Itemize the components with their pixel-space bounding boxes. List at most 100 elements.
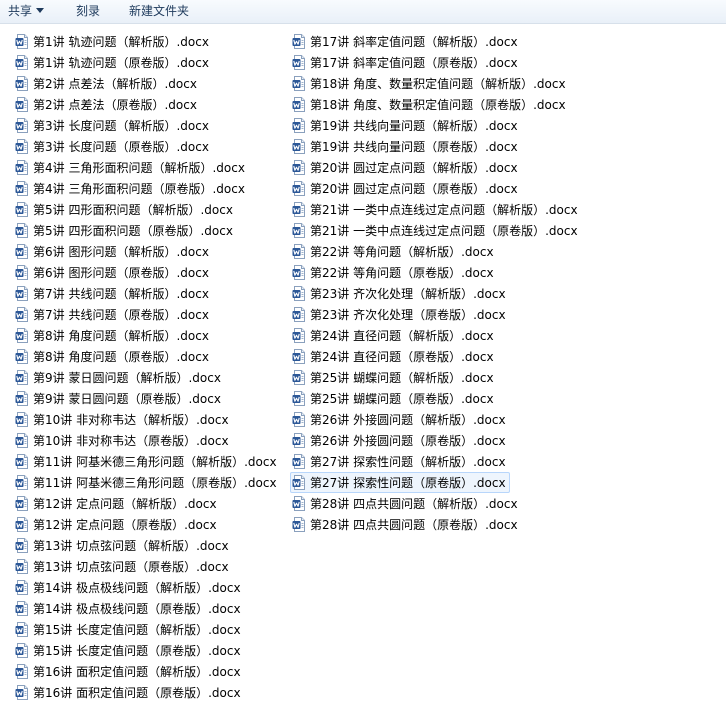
word-document-icon — [292, 517, 306, 532]
file-item[interactable]: 第9讲 蒙日圆问题（解析版）.docx — [13, 367, 285, 388]
file-item[interactable]: 第16讲 面积定值问题（原卷版）.docx — [13, 682, 285, 703]
file-item[interactable]: 第27讲 探索性问题（原卷版）.docx — [290, 472, 510, 493]
share-menu-button[interactable]: 共享 — [8, 0, 45, 23]
file-name-label: 第2讲 点差法（原卷版）.docx — [33, 98, 197, 112]
file-item[interactable]: 第21讲 一类中点连线过定点问题（解析版）.docx — [290, 199, 590, 220]
file-item[interactable]: 第6讲 图形问题（解析版）.docx — [13, 241, 285, 262]
file-item[interactable]: 第15讲 长度定值问题（原卷版）.docx — [13, 640, 285, 661]
word-document-icon — [15, 139, 29, 154]
file-item[interactable]: 第12讲 定点问题（解析版）.docx — [13, 493, 285, 514]
file-item[interactable]: 第25讲 蝴蝶问题（原卷版）.docx — [290, 388, 590, 409]
file-item[interactable]: 第8讲 角度问题（原卷版）.docx — [13, 346, 285, 367]
file-item[interactable]: 第7讲 共线问题（解析版）.docx — [13, 283, 285, 304]
file-name-label: 第26讲 外接圆问题（原卷版）.docx — [310, 434, 506, 448]
file-name-label: 第16讲 面积定值问题（原卷版）.docx — [33, 686, 241, 700]
file-item[interactable]: 第1讲 轨迹问题（解析版）.docx — [13, 31, 285, 52]
file-name-label: 第13讲 切点弦问题（原卷版）.docx — [33, 560, 229, 574]
file-item[interactable]: 第22讲 等角问题（解析版）.docx — [290, 241, 590, 262]
file-item[interactable]: 第17讲 斜率定值问题（原卷版）.docx — [290, 52, 590, 73]
file-item[interactable]: 第20讲 圆过定点问题（解析版）.docx — [290, 157, 590, 178]
file-name-label: 第18讲 角度、数量积定值问题（解析版）.docx — [310, 77, 566, 91]
word-document-icon — [15, 664, 29, 679]
file-item[interactable]: 第7讲 共线问题（原卷版）.docx — [13, 304, 285, 325]
file-item[interactable]: 第4讲 三角形面积问题（解析版）.docx — [13, 157, 285, 178]
file-item[interactable]: 第26讲 外接圆问题（解析版）.docx — [290, 409, 590, 430]
word-document-icon — [292, 55, 306, 70]
word-document-icon — [15, 181, 29, 196]
file-name-label: 第23讲 齐次化处理（解析版）.docx — [310, 287, 506, 301]
file-item[interactable]: 第17讲 斜率定值问题（解析版）.docx — [290, 31, 590, 52]
file-item[interactable]: 第9讲 蒙日圆问题（原卷版）.docx — [13, 388, 285, 409]
file-item[interactable]: 第2讲 点差法（解析版）.docx — [13, 73, 285, 94]
file-list-view: 第1讲 轨迹问题（解析版）.docx 第1讲 轨迹问题（原卷版）.docx 第2讲 … — [0, 24, 726, 706]
file-item[interactable]: 第4讲 三角形面积问题（原卷版）.docx — [13, 178, 285, 199]
file-item[interactable]: 第14讲 极点极线问题（原卷版）.docx — [13, 598, 285, 619]
file-item[interactable]: 第3讲 长度问题（原卷版）.docx — [13, 136, 285, 157]
word-document-icon — [15, 580, 29, 595]
file-item[interactable]: 第15讲 长度定值问题（解析版）.docx — [13, 619, 285, 640]
new-folder-button[interactable]: 新建文件夹 — [129, 0, 189, 23]
word-document-icon — [292, 118, 306, 133]
file-name-label: 第19讲 共线向量问题（原卷版）.docx — [310, 140, 518, 154]
word-document-icon — [15, 34, 29, 49]
file-name-label: 第4讲 三角形面积问题（原卷版）.docx — [33, 182, 245, 196]
file-item[interactable]: 第5讲 四形面积问题（原卷版）.docx — [13, 220, 285, 241]
file-item[interactable]: 第12讲 定点问题（原卷版）.docx — [13, 514, 285, 535]
word-document-icon — [15, 433, 29, 448]
file-item[interactable]: 第10讲 非对称韦达（原卷版）.docx — [13, 430, 285, 451]
file-name-label: 第24讲 直径问题（原卷版）.docx — [310, 350, 494, 364]
file-item[interactable]: 第25讲 蝴蝶问题（解析版）.docx — [290, 367, 590, 388]
file-name-label: 第3讲 长度问题（解析版）.docx — [33, 119, 209, 133]
file-item[interactable]: 第18讲 角度、数量积定值问题（解析版）.docx — [290, 73, 590, 94]
word-document-icon — [15, 685, 29, 700]
file-item[interactable]: 第13讲 切点弦问题（解析版）.docx — [13, 535, 285, 556]
file-name-label: 第12讲 定点问题（原卷版）.docx — [33, 518, 217, 532]
file-item[interactable]: 第23讲 齐次化处理（原卷版）.docx — [290, 304, 590, 325]
file-item[interactable]: 第27讲 探索性问题（解析版）.docx — [290, 451, 590, 472]
file-item[interactable]: 第24讲 直径问题（解析版）.docx — [290, 325, 590, 346]
file-item[interactable]: 第23讲 齐次化处理（解析版）.docx — [290, 283, 590, 304]
file-name-label: 第27讲 探索性问题（原卷版）.docx — [310, 476, 506, 490]
file-item[interactable]: 第8讲 角度问题（解析版）.docx — [13, 325, 285, 346]
file-item[interactable]: 第10讲 非对称韦达（解析版）.docx — [13, 409, 285, 430]
burn-button[interactable]: 刻录 — [76, 0, 100, 23]
file-name-label: 第14讲 极点极线问题（原卷版）.docx — [33, 602, 241, 616]
share-label: 共享 — [8, 4, 33, 18]
word-document-icon — [15, 265, 29, 280]
file-item[interactable]: 第16讲 面积定值问题（解析版）.docx — [13, 661, 285, 682]
file-item[interactable]: 第19讲 共线向量问题（原卷版）.docx — [290, 136, 590, 157]
file-name-label: 第15讲 长度定值问题（解析版）.docx — [33, 623, 241, 637]
file-name-label: 第1讲 轨迹问题（解析版）.docx — [33, 35, 209, 49]
file-item[interactable]: 第28讲 四点共圆问题（解析版）.docx — [290, 493, 590, 514]
word-document-icon — [15, 601, 29, 616]
file-item[interactable]: 第13讲 切点弦问题（原卷版）.docx — [13, 556, 285, 577]
file-item[interactable]: 第11讲 阿基米德三角形问题（原卷版）.docx — [13, 472, 285, 493]
file-item[interactable]: 第3讲 长度问题（解析版）.docx — [13, 115, 285, 136]
file-name-label: 第15讲 长度定值问题（原卷版）.docx — [33, 644, 241, 658]
file-item[interactable]: 第14讲 极点极线问题（解析版）.docx — [13, 577, 285, 598]
word-document-icon — [15, 622, 29, 637]
word-document-icon — [15, 517, 29, 532]
word-document-icon — [292, 139, 306, 154]
file-name-label: 第20讲 圆过定点问题（原卷版）.docx — [310, 182, 518, 196]
file-item[interactable]: 第20讲 圆过定点问题（原卷版）.docx — [290, 178, 590, 199]
file-item[interactable]: 第6讲 图形问题（原卷版）.docx — [13, 262, 285, 283]
file-item[interactable]: 第19讲 共线向量问题（解析版）.docx — [290, 115, 590, 136]
file-name-label: 第4讲 三角形面积问题（解析版）.docx — [33, 161, 245, 175]
file-item[interactable]: 第11讲 阿基米德三角形问题（解析版）.docx — [13, 451, 285, 472]
file-name-label: 第23讲 齐次化处理（原卷版）.docx — [310, 308, 506, 322]
file-item[interactable]: 第24讲 直径问题（原卷版）.docx — [290, 346, 590, 367]
file-item[interactable]: 第5讲 四形面积问题（解析版）.docx — [13, 199, 285, 220]
file-item[interactable]: 第21讲 一类中点连线过定点问题（原卷版）.docx — [290, 220, 590, 241]
file-item[interactable]: 第2讲 点差法（原卷版）.docx — [13, 94, 285, 115]
file-item[interactable]: 第26讲 外接圆问题（原卷版）.docx — [290, 430, 590, 451]
word-document-icon — [292, 328, 306, 343]
file-item[interactable]: 第28讲 四点共圆问题（原卷版）.docx — [290, 514, 590, 535]
file-item[interactable]: 第22讲 等角问题（原卷版）.docx — [290, 262, 590, 283]
word-document-icon — [292, 433, 306, 448]
word-document-icon — [292, 223, 306, 238]
file-name-label: 第21讲 一类中点连线过定点问题（解析版）.docx — [310, 203, 578, 217]
file-item[interactable]: 第18讲 角度、数量积定值问题（原卷版）.docx — [290, 94, 590, 115]
file-item[interactable]: 第1讲 轨迹问题（原卷版）.docx — [13, 52, 285, 73]
file-name-label: 第10讲 非对称韦达（解析版）.docx — [33, 413, 229, 427]
